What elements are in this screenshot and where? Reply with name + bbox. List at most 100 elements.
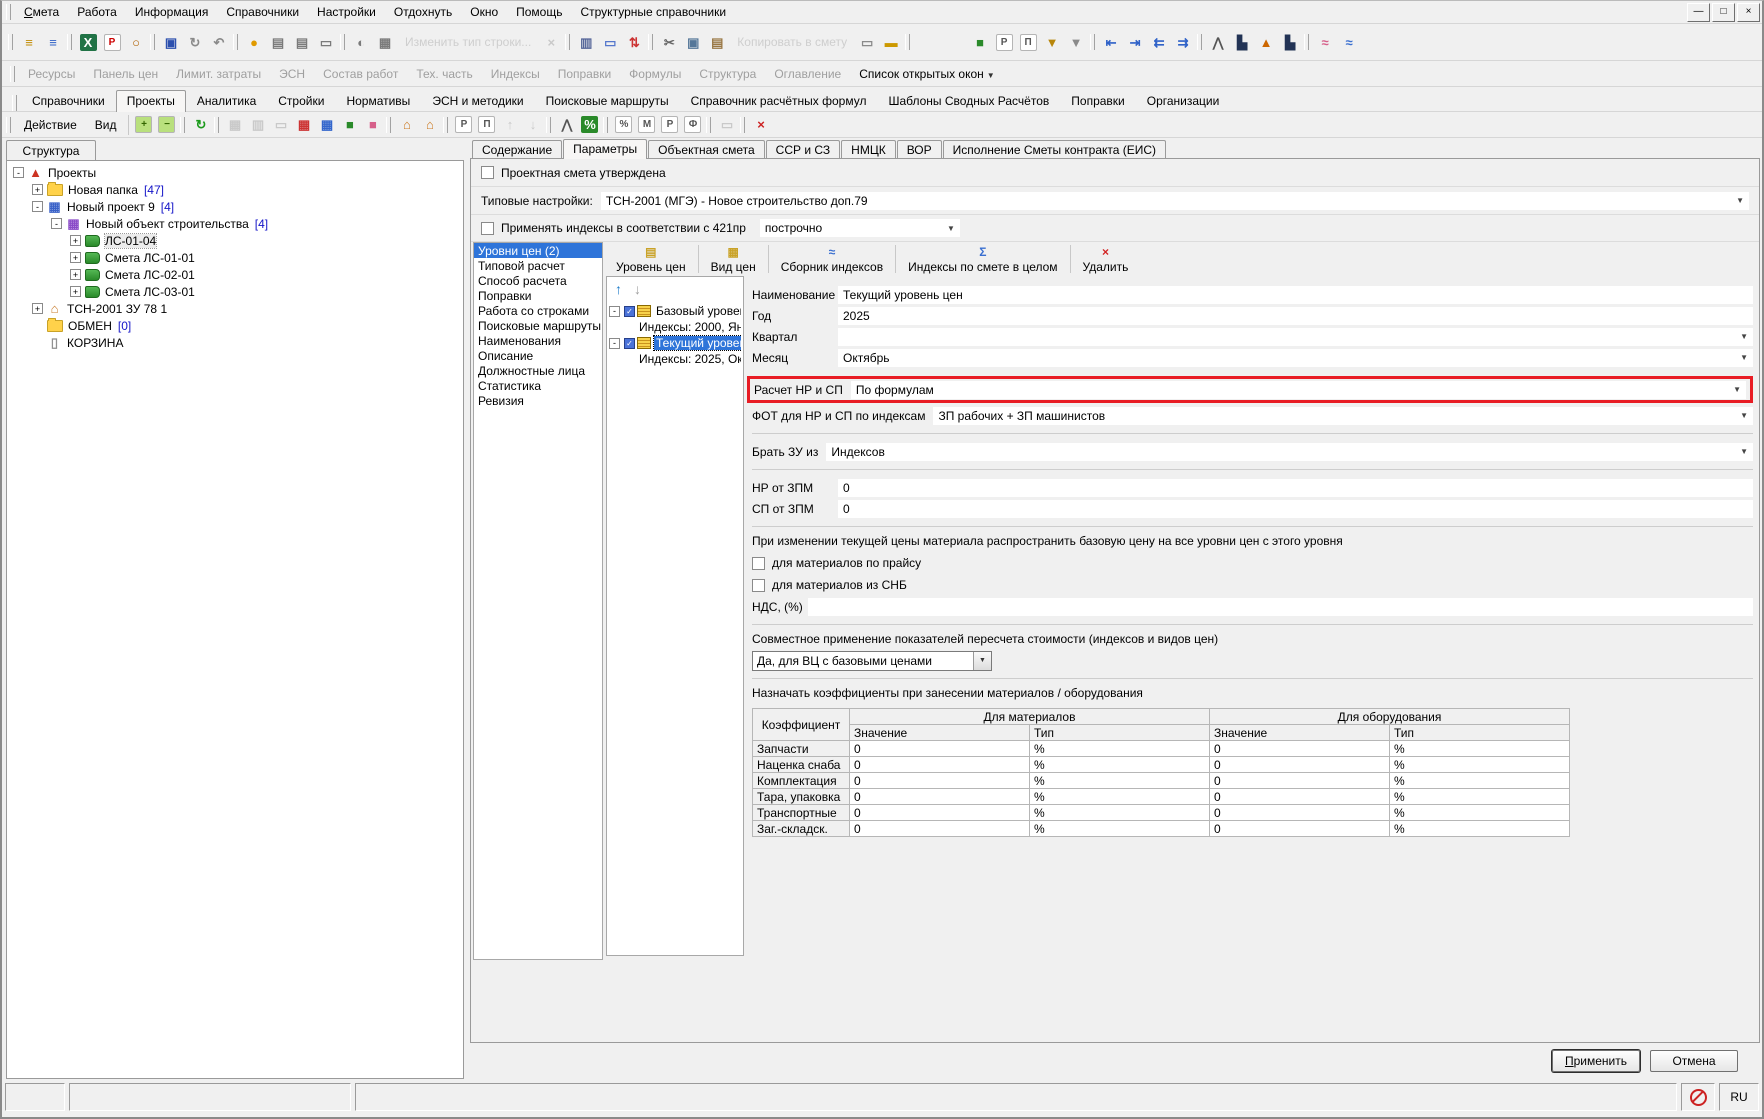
expand-icon[interactable]: + — [70, 286, 81, 297]
expand-icon[interactable]: + — [70, 252, 81, 263]
expand-icon[interactable]: + — [32, 184, 43, 195]
details-tab-1[interactable]: Содержание — [472, 140, 562, 158]
insert-position-icon[interactable]: ▤ — [266, 30, 290, 54]
copy-to-estimate-button[interactable]: Копировать в смету — [729, 35, 855, 49]
name-field[interactable]: Текущий уровень цен — [838, 286, 1753, 304]
fot-combo[interactable]: ЗП рабочих + ЗП машинистов▼ — [933, 407, 1753, 425]
window-tab-1[interactable]: Ресурсы — [19, 64, 84, 84]
undo-icon[interactable]: ↶ — [207, 30, 231, 54]
add-substructure-icon[interactable]: ≡ — [41, 30, 65, 54]
menu-item-3[interactable]: Информация — [126, 3, 217, 21]
chevron-down-icon[interactable]: ▼ — [973, 652, 991, 670]
material-value-cell[interactable]: 0 — [850, 757, 1030, 773]
sort-icon[interactable]: ⇅ — [622, 30, 646, 54]
nr-sp-combo[interactable]: По формулам▼ — [851, 381, 1746, 399]
equipment-value-cell[interactable]: 0 — [1210, 757, 1390, 773]
price-level-item[interactable]: -✓Базовый уровень цен — [609, 303, 741, 319]
window-tab-11[interactable]: Оглавление — [765, 64, 850, 84]
menu-item-5[interactable]: Настройки — [308, 3, 385, 21]
apply421-checkbox[interactable] — [481, 222, 494, 235]
collapse-icon[interactable]: - — [609, 338, 620, 349]
apply421-mode-combo[interactable]: построчно ▼ — [760, 219, 960, 237]
chevron-down-icon[interactable]: ▼ — [1730, 196, 1744, 205]
equipment-value-cell[interactable]: 0 — [1210, 789, 1390, 805]
folder-collapse-icon[interactable]: − — [155, 114, 178, 136]
window-tab-12[interactable]: Список открытых окон▼ — [850, 64, 1003, 84]
material-type-cell[interactable]: % — [1030, 773, 1210, 789]
module-tab-7[interactable]: Поисковые маршруты — [535, 90, 680, 111]
menu-item-1[interactable]: Смета — [15, 3, 68, 21]
module-tab-1[interactable]: Справочники — [21, 90, 116, 111]
chevron-down-icon[interactable]: ▼ — [1734, 353, 1748, 362]
chevron-down-icon[interactable]: ▼ — [1734, 411, 1748, 420]
module-tab-8[interactable]: Справочник расчётных формул — [680, 90, 878, 111]
details-tab-4[interactable]: ССР и СЗ — [766, 140, 841, 158]
green-book-icon[interactable]: ■ — [338, 114, 361, 136]
resources-icon[interactable]: ▥ — [574, 30, 598, 54]
move-up-icon[interactable]: ↑ — [498, 114, 521, 136]
material-value-cell[interactable]: 0 — [850, 805, 1030, 821]
checked-checkbox-icon[interactable]: ✓ — [624, 338, 635, 349]
layers-blue-icon[interactable]: ≈ — [1337, 30, 1361, 54]
module-tab-11[interactable]: Организации — [1136, 90, 1231, 111]
checked-checkbox-icon[interactable]: ✓ — [624, 306, 635, 317]
copy-page-icon[interactable]: ▭ — [855, 30, 879, 54]
equipment-value-cell[interactable]: 0 — [1210, 741, 1390, 757]
toolbar-grip[interactable] — [1197, 34, 1202, 50]
window-tab-8[interactable]: Поправки — [549, 64, 620, 84]
year-field[interactable]: 2025 — [838, 307, 1753, 325]
toolbar-grip[interactable] — [443, 117, 448, 133]
expand-icon[interactable]: + — [70, 235, 81, 246]
equipment-value-cell[interactable]: 0 — [1210, 805, 1390, 821]
material-value-cell[interactable]: 0 — [850, 789, 1030, 805]
toolbar-grip[interactable] — [6, 4, 11, 20]
action-menu-2[interactable]: Вид — [86, 116, 126, 134]
search-icon[interactable]: ○ — [124, 30, 148, 54]
collapse-icon[interactable]: - — [32, 201, 43, 212]
month-combo[interactable]: Октябрь▼ — [838, 349, 1753, 367]
copy-icon[interactable]: ▣ — [681, 30, 705, 54]
module-tab-3[interactable]: Аналитика — [186, 90, 267, 111]
toolbar-grip[interactable] — [8, 34, 13, 50]
details-tab-2[interactable]: Параметры — [563, 139, 647, 159]
wizard-icon[interactable]: ⋀ — [555, 114, 578, 136]
toolbar-grip[interactable] — [565, 34, 570, 50]
toolbar-grip[interactable] — [10, 66, 15, 82]
fz-page-icon[interactable]: Ф — [681, 114, 704, 136]
filter-add-icon[interactable]: ▼ — [1040, 30, 1064, 54]
tree-item[interactable]: -▦Новый объект строительства[4] — [7, 215, 463, 232]
nav-item-5[interactable]: Работа со строками — [474, 303, 602, 318]
close-window-icon[interactable]: × — [749, 114, 772, 136]
nr-zpm-field[interactable]: 0 — [838, 479, 1753, 497]
language-indicator[interactable]: RU — [1719, 1083, 1759, 1111]
tab-structure[interactable]: Структура — [6, 140, 96, 160]
nav-item-3[interactable]: Способ расчета — [474, 273, 602, 288]
equipment-type-cell[interactable]: % — [1390, 773, 1570, 789]
tree-item[interactable]: +Смета ЛС-01-01 — [7, 249, 463, 266]
refresh-icon[interactable]: ↻ — [183, 30, 207, 54]
tree-item[interactable]: -▲Проекты — [7, 164, 463, 181]
change-row-type-button[interactable]: Изменить тип строки... — [397, 35, 539, 49]
pdf-export-icon[interactable]: P — [100, 30, 124, 54]
page-p-icon[interactable]: Р — [452, 114, 475, 136]
expand-icon[interactable]: + — [32, 303, 43, 314]
chevron-down-icon[interactable]: ▼ — [941, 224, 955, 233]
export-book-icon[interactable]: ■ — [968, 30, 992, 54]
delete-level-button[interactable]: ×Удалить — [1073, 242, 1139, 276]
excel-export-icon[interactable]: X — [76, 30, 100, 54]
material-type-cell[interactable]: % — [1030, 741, 1210, 757]
equipment-icon[interactable]: ▙ — [1278, 30, 1302, 54]
price-level-item[interactable]: -✓Текущий уровень цен — [609, 335, 741, 351]
tree-item[interactable]: +⌂ТСН-2001 ЗУ 78 1 — [7, 300, 463, 317]
house-settings-icon[interactable]: ⌂ — [418, 114, 441, 136]
module-tab-9[interactable]: Шаблоны Сводных Расчётов — [877, 90, 1060, 111]
material-value-cell[interactable]: 0 — [850, 821, 1030, 837]
material-type-cell[interactable]: % — [1030, 757, 1210, 773]
approved-checkbox[interactable] — [481, 166, 494, 179]
price-index-item[interactable]: Индексы: 2000, Январь — [609, 319, 741, 335]
percent-icon[interactable]: % — [578, 114, 601, 136]
comment-icon[interactable]: ▭ — [314, 30, 338, 54]
shift-right-icon[interactable]: ⇉ — [1171, 30, 1195, 54]
material-value-cell[interactable]: 0 — [850, 741, 1030, 757]
toolbar-grip[interactable] — [214, 117, 219, 133]
